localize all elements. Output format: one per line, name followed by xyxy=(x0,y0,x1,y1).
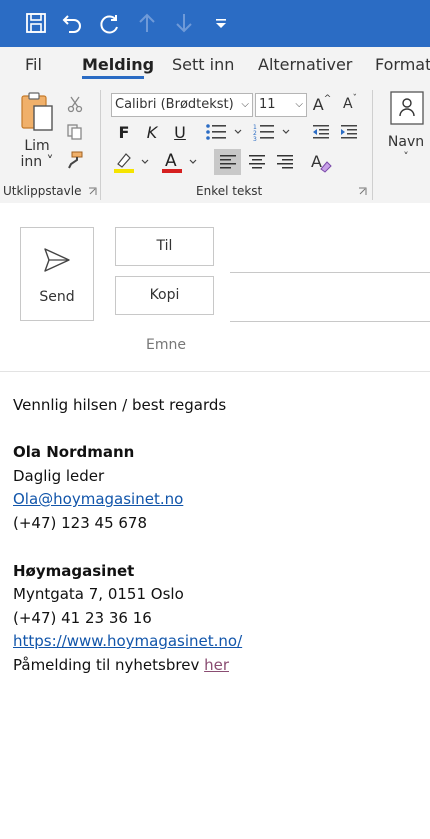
newsletter-link[interactable]: her xyxy=(204,656,229,674)
email-link[interactable]: Ola@hoymagasinet.no xyxy=(13,490,183,508)
bullets-button[interactable] xyxy=(204,121,246,143)
align-center-icon xyxy=(249,155,265,169)
numbered-list-icon: 123 xyxy=(253,124,290,142)
phone-number: (+47) 123 45 678 xyxy=(13,514,148,532)
arrow-up-icon[interactable] xyxy=(133,9,161,37)
group-divider xyxy=(372,90,373,200)
clipboard-icon xyxy=(21,92,53,131)
newsletter-text: Påmelding til nyhetsbrev xyxy=(13,656,205,674)
align-right-button[interactable] xyxy=(272,149,298,175)
arrow-down-icon[interactable] xyxy=(170,9,198,37)
tab-format[interactable]: Formate xyxy=(375,55,430,74)
names-button[interactable]: Navn ˅ xyxy=(386,90,426,174)
cc-button[interactable]: Kopi xyxy=(115,276,214,315)
bullet-list-icon xyxy=(206,124,242,140)
basic-text-group-label: Enkel tekst xyxy=(196,184,263,198)
basic-text-launcher-icon[interactable] xyxy=(356,185,368,197)
svg-text:A: A xyxy=(311,152,322,171)
to-input[interactable] xyxy=(230,272,430,273)
highlight-button[interactable] xyxy=(112,149,154,175)
underline-button[interactable]: U xyxy=(170,121,190,143)
align-left-button[interactable] xyxy=(214,149,241,175)
paste-button[interactable]: Lim inn ˅ xyxy=(16,90,58,178)
font-size-combo[interactable]: 11 ⌵ xyxy=(255,93,307,117)
tab-insert[interactable]: Sett inn xyxy=(172,55,234,74)
bold-button[interactable]: F xyxy=(114,121,134,143)
clipboard-launcher-icon[interactable] xyxy=(86,185,98,197)
tab-message[interactable]: Melding xyxy=(82,55,154,74)
align-center-button[interactable] xyxy=(244,149,270,175)
highlighter-icon xyxy=(114,153,149,173)
paste-label-2: inn ˅ xyxy=(20,154,54,170)
svg-text:A: A xyxy=(165,151,177,171)
quick-access-toolbar xyxy=(0,0,430,47)
svg-text:3: 3 xyxy=(253,136,257,142)
align-left-icon xyxy=(219,155,236,169)
clipboard-group-label: Utklippstavle xyxy=(3,184,82,198)
group-divider xyxy=(100,90,101,200)
chevron-down-icon: ⌵ xyxy=(295,99,303,110)
cc-input[interactable] xyxy=(230,321,430,322)
numbering-button[interactable]: 123 xyxy=(252,121,294,143)
indent-icon xyxy=(341,125,357,139)
paste-label: Lim xyxy=(24,138,50,154)
signature-title: Daglig leder xyxy=(13,467,105,485)
company-phone: (+47) 41 23 36 16 xyxy=(13,609,152,627)
send-label: Send xyxy=(39,289,75,305)
grow-font-button[interactable]: A ^ xyxy=(312,92,332,116)
increase-indent-button[interactable] xyxy=(337,121,361,143)
compose-header: Send Til Kopi Emne xyxy=(0,203,430,372)
customize-toolbar-icon[interactable] xyxy=(207,9,235,37)
ribbon-tabs: Fil Melding Sett inn Alternativer Format… xyxy=(0,47,430,85)
clear-formatting-icon: A xyxy=(311,152,332,173)
tab-file[interactable]: Fil xyxy=(25,55,42,74)
font-color-button[interactable]: A xyxy=(160,149,202,175)
decrease-indent-button[interactable] xyxy=(309,121,333,143)
copy-icon[interactable] xyxy=(64,121,86,143)
format-painter-icon[interactable] xyxy=(64,149,86,171)
outdent-icon xyxy=(313,125,329,139)
ribbon: Lim inn ˅ Utklippstavle Calibri (Brødtek… xyxy=(0,85,430,204)
font-color-icon: A xyxy=(162,151,197,173)
chevron-down-icon: ⌵ xyxy=(241,99,249,110)
tab-options[interactable]: Alternativer xyxy=(258,55,352,74)
names-label: Navn xyxy=(387,134,425,150)
signature-name: Ola Nordmann xyxy=(13,443,135,461)
chevron-down-icon: ˅ xyxy=(403,150,409,163)
align-right-icon xyxy=(277,155,293,169)
company-address: Myntgata 7, 0151 Oslo xyxy=(13,585,184,603)
font-name-combo[interactable]: Calibri (Brødtekst) ⌵ xyxy=(111,93,253,117)
website-link[interactable]: https://www.hoymagasinet.no/ xyxy=(13,632,242,650)
address-book-icon xyxy=(390,91,424,125)
clear-formatting-button[interactable]: A xyxy=(308,149,334,175)
cut-icon[interactable] xyxy=(64,93,86,115)
newsletter-line: Påmelding til nyhetsbrev her xyxy=(13,656,229,674)
undo-icon[interactable] xyxy=(58,9,86,37)
active-tab-indicator xyxy=(82,76,144,79)
send-button[interactable]: Send xyxy=(20,227,94,321)
closing-line: Vennlig hilsen / best regards xyxy=(13,396,227,414)
to-button[interactable]: Til xyxy=(115,227,214,266)
send-icon xyxy=(44,248,70,272)
shrink-font-button[interactable]: Aˇ xyxy=(340,92,360,116)
italic-button[interactable]: K xyxy=(142,121,162,143)
company-name: Høymagasinet xyxy=(13,562,135,580)
redo-icon[interactable] xyxy=(96,9,124,37)
subject-label[interactable]: Emne xyxy=(146,337,186,353)
save-icon[interactable] xyxy=(22,9,50,37)
